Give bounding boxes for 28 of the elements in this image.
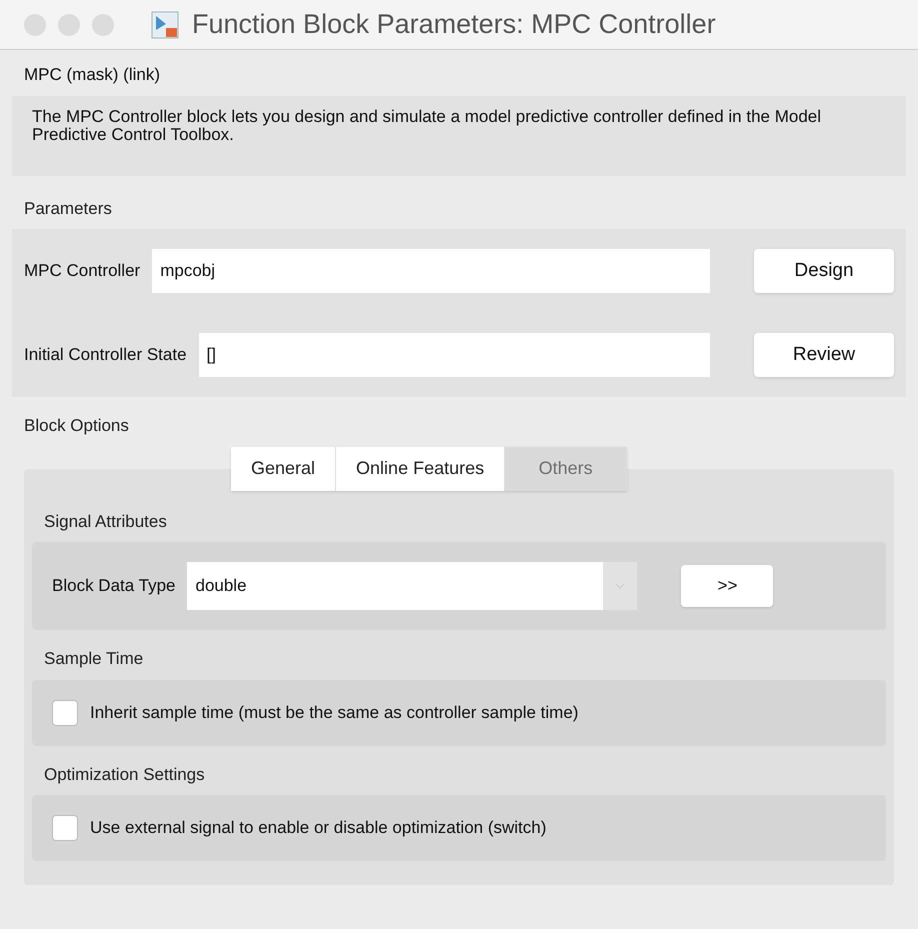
checkbox-label: Use external signal to enable or disable optimization (switch) [90, 817, 546, 840]
field-label: Initial Controller State [24, 344, 187, 366]
window-minimize-button[interactable] [58, 14, 80, 36]
section-title: Sample Time [43, 648, 144, 670]
section-title: Signal Attributes [43, 510, 168, 532]
checkbox-label: Inherit sample time (must be the same as controller sample time) [90, 702, 578, 724]
input-field[interactable]: mpcobj [152, 249, 710, 293]
tab[interactable]: Online Features [336, 446, 506, 490]
section-title: Optimization Settings [43, 764, 206, 786]
section-title: Block Options [23, 415, 130, 437]
field-label: Block Data Type [52, 575, 176, 598]
app-icon [150, 10, 180, 40]
window-close-button[interactable] [24, 14, 46, 36]
checkbox[interactable] [52, 815, 78, 841]
block-type-label: MPC (mask) (link) [23, 64, 161, 86]
field-label: MPC Controller [24, 260, 140, 282]
tab[interactable]: General [231, 446, 336, 490]
window-title: Function Block Parameters: MPC Controller [192, 8, 716, 42]
action-button[interactable]: Review [754, 333, 894, 377]
expand-button[interactable]: >> [681, 565, 774, 607]
checkbox[interactable] [52, 700, 78, 726]
window-zoom-button[interactable] [92, 14, 114, 36]
tab[interactable]: Others [505, 446, 628, 490]
description-text: The MPC Controller block lets you design and simulate a model predictive controller defined in the Model Predictive Control Toolbox. [32, 108, 822, 144]
action-button[interactable]: Design [754, 249, 894, 293]
section-title: Parameters [23, 198, 113, 220]
input-field[interactable]: [] [198, 333, 710, 377]
dropdown-field[interactable]: double [187, 562, 638, 610]
